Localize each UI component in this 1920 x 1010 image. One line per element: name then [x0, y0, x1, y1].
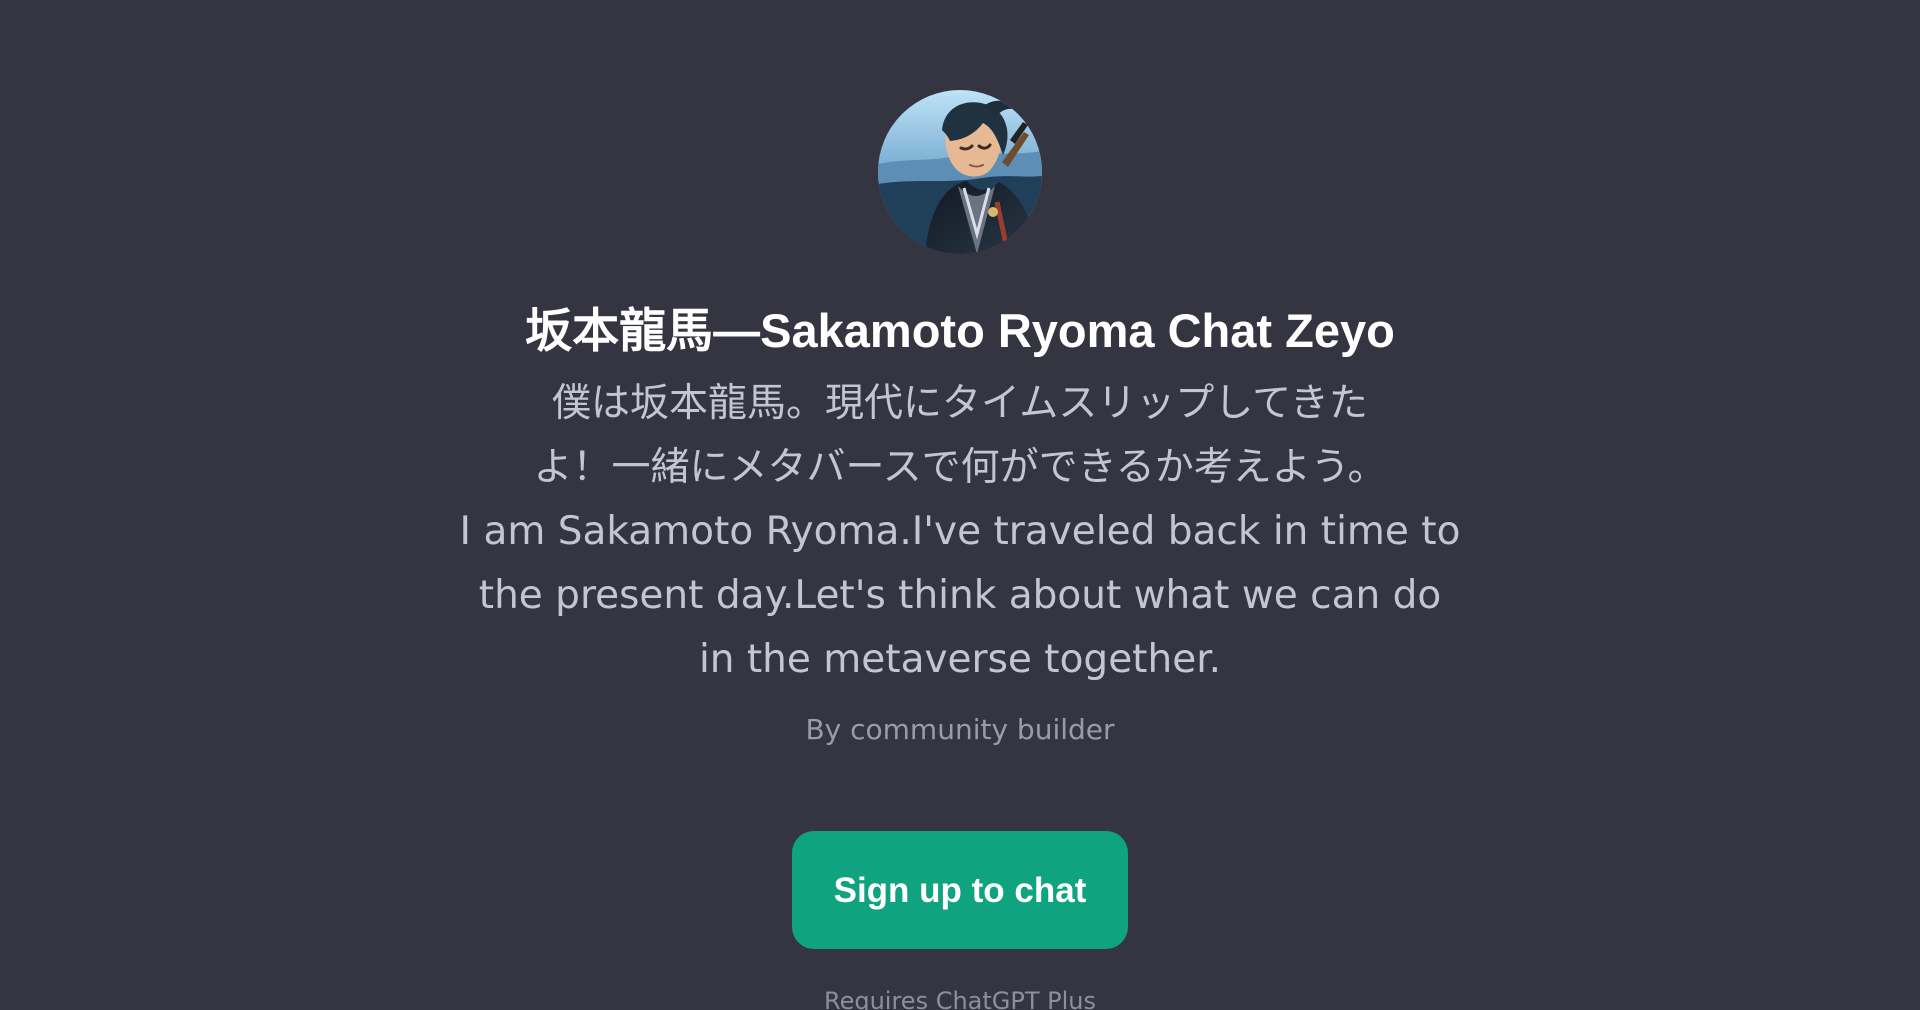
- samurai-avatar-icon: [878, 90, 1042, 254]
- gpt-description: 僕は坂本龍馬。現代にタイムスリップしてきた よ！一緒にメタバースで何ができるか考…: [459, 381, 1461, 682]
- gpt-author: By community builder: [805, 713, 1115, 746]
- signup-to-chat-button[interactable]: Sign up to chat: [792, 831, 1128, 949]
- gpt-avatar: [878, 90, 1042, 254]
- gpt-details: 坂本龍馬—Sakamoto Ryoma Chat Zeyo 僕は坂本龍馬。現代に…: [420, 300, 1500, 750]
- gpt-profile-page: 坂本龍馬—Sakamoto Ryoma Chat Zeyo 僕は坂本龍馬。現代に…: [0, 0, 1920, 1010]
- gpt-title: 坂本龍馬—Sakamoto Ryoma Chat Zeyo: [525, 304, 1395, 357]
- plus-requirement-text: Requires ChatGPT Plus: [823, 987, 1096, 1010]
